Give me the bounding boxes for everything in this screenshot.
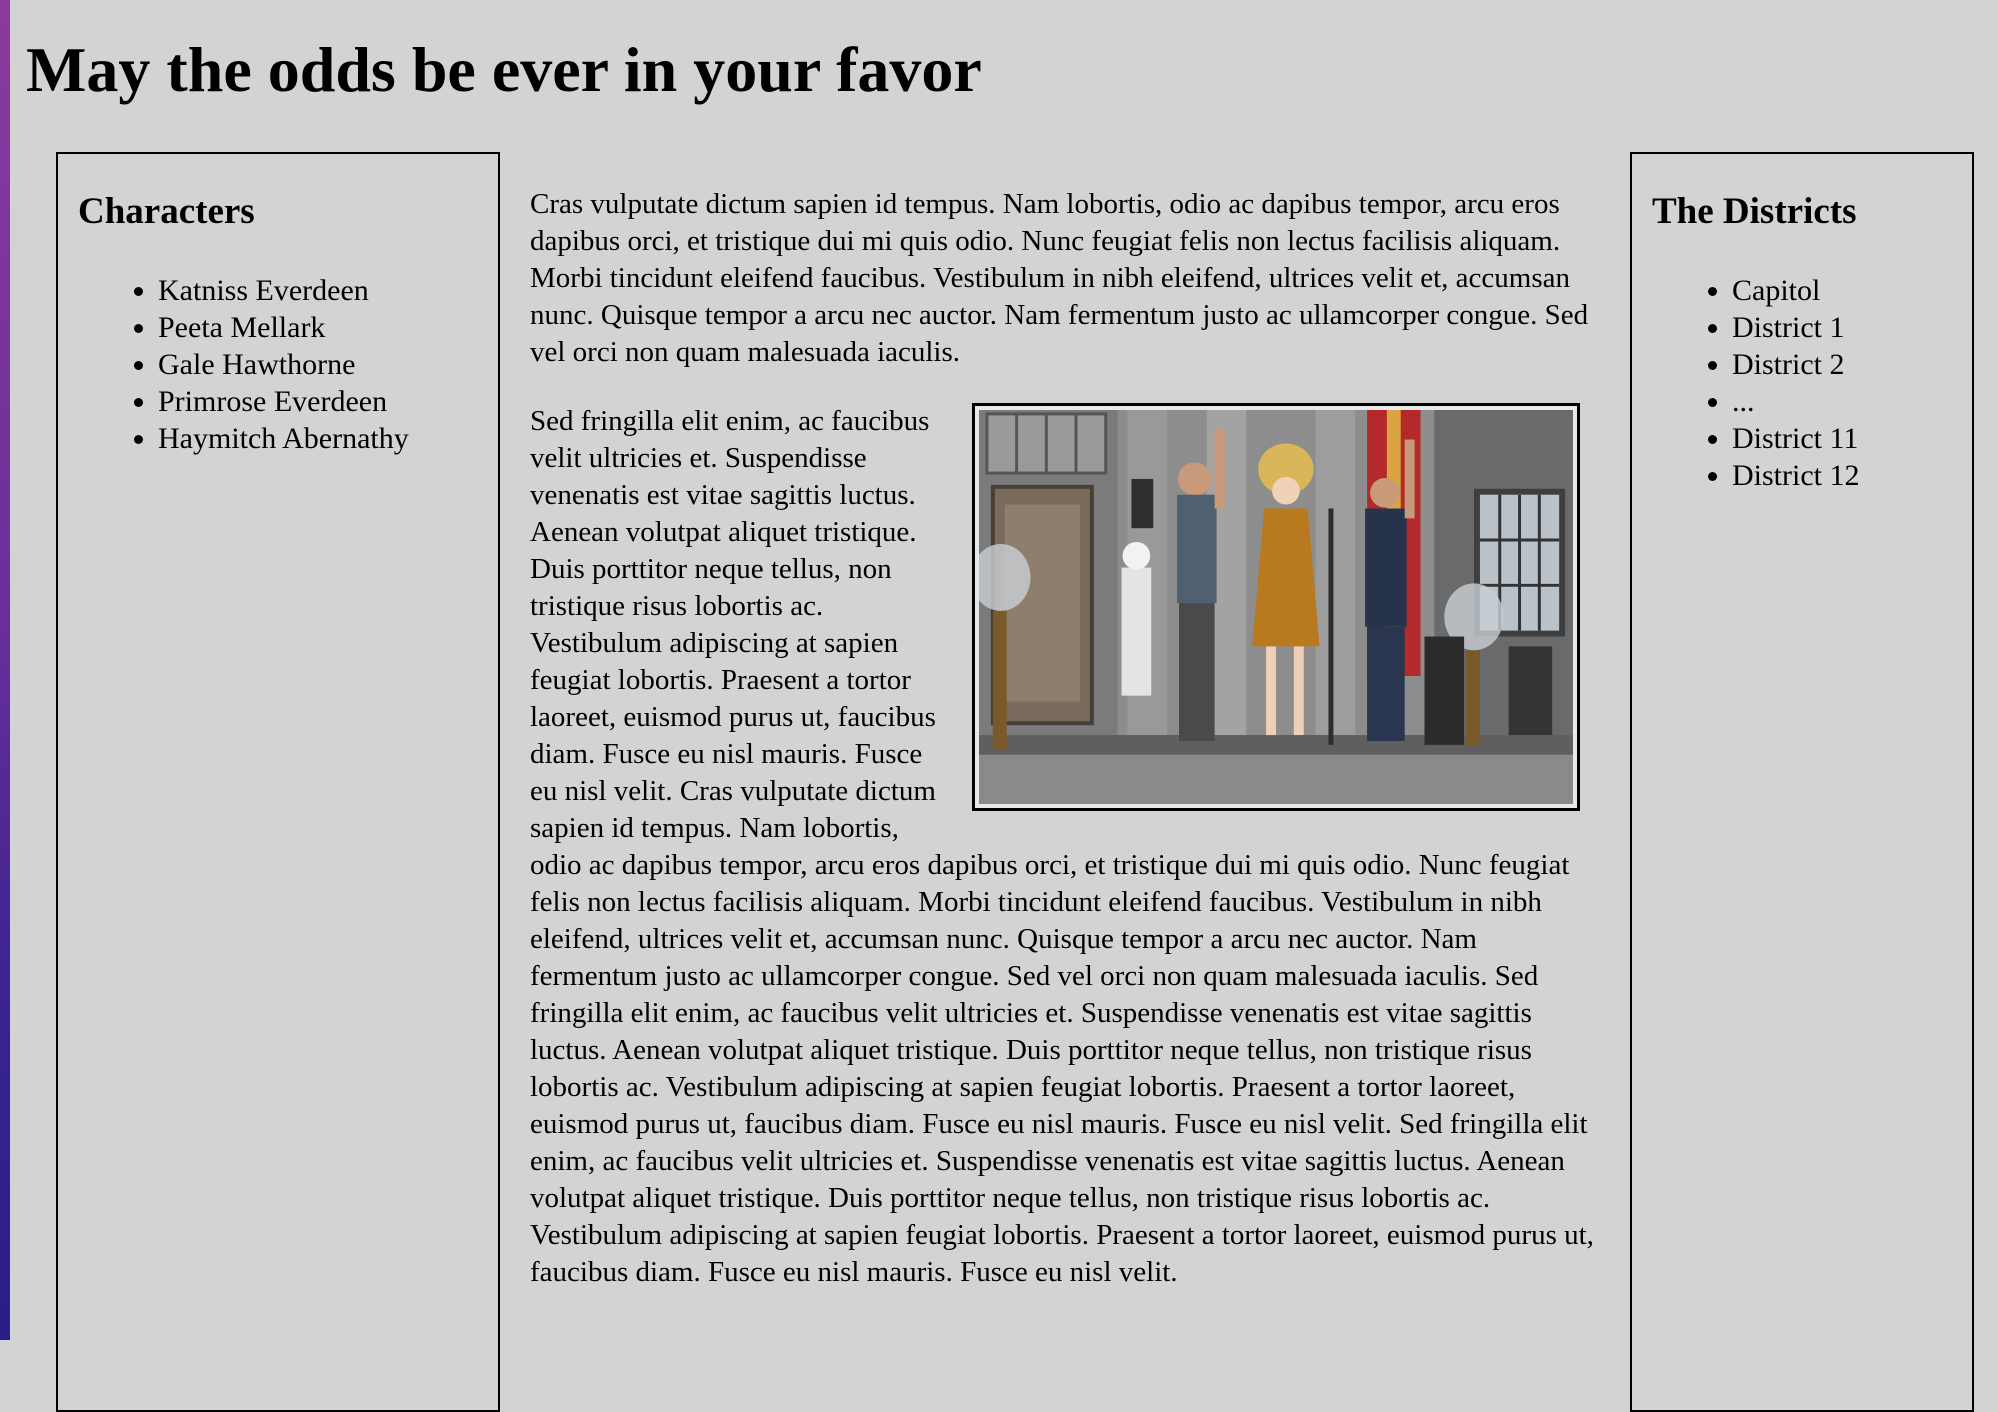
list-item: District 12 xyxy=(1732,457,1860,494)
window-edge-strip xyxy=(0,0,10,1340)
districts-sidebar: The Districts Capitol District 1 Distric… xyxy=(1630,152,1974,1412)
list-item: District 11 xyxy=(1732,420,1860,457)
list-item: Katniss Everdeen xyxy=(158,272,409,309)
list-item: Gale Hawthorne xyxy=(158,346,409,383)
photo-illustration xyxy=(979,410,1573,804)
districts-list: Capitol District 1 District 2 ... Distri… xyxy=(1632,272,1860,494)
hero-photo xyxy=(972,403,1580,811)
list-item: District 1 xyxy=(1732,309,1860,346)
list-item: Peeta Mellark xyxy=(158,309,409,346)
characters-heading: Characters xyxy=(78,191,255,232)
intro-paragraph: Cras vulputate dictum sapien id tempus. … xyxy=(530,188,1589,368)
characters-sidebar: Characters Katniss Everdeen Peeta Mellar… xyxy=(56,152,500,1412)
list-item: District 2 xyxy=(1732,346,1860,383)
list-item: Haymitch Abernathy xyxy=(158,420,409,457)
page-title: May the odds be ever in your favor xyxy=(26,34,982,105)
districts-heading: The Districts xyxy=(1652,191,1857,232)
list-item: Capitol xyxy=(1732,272,1860,309)
main-content: Cras vulputate dictum sapien id tempus. … xyxy=(530,186,1600,1323)
characters-list: Katniss Everdeen Peeta Mellark Gale Hawt… xyxy=(58,272,409,457)
list-item: Primrose Everdeen xyxy=(158,383,409,420)
list-item: ... xyxy=(1732,383,1860,420)
